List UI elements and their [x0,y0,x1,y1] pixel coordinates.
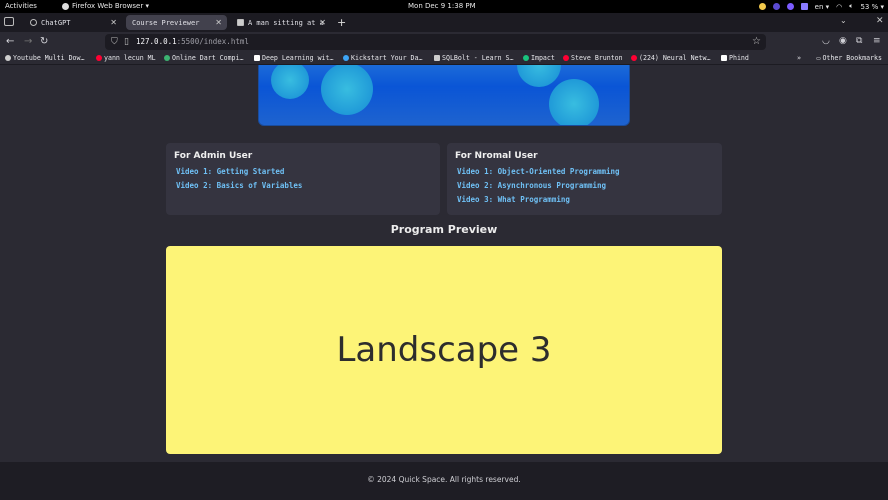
bookmarks-bar: Youtube Multi Dow… yann lecun ML Online … [0,52,888,65]
program-preview-heading: Program Preview [390,223,498,236]
extensions-icon[interactable]: ⧉ [856,36,862,46]
firefox-icon [62,2,69,10]
close-icon[interactable]: ✕ [319,18,326,27]
page-content: For Admin User Video 1: Getting Started … [0,65,888,500]
video-link[interactable]: Video 2: Asynchronous Programming [457,181,606,190]
chatgpt-icon [30,19,37,26]
app-menu[interactable]: Firefox Web Browser ▾ [62,2,149,10]
kickstart-icon [343,55,349,61]
tab-title: ChatGPT [41,18,71,27]
activities-button[interactable]: Activities [5,2,37,10]
tab-chatgpt[interactable]: ChatGPT ✕ [24,15,122,30]
bookmark-label: Impact [531,54,555,62]
url-path: :5500/index.html [176,37,249,46]
bookmark-label: SQLBolt - Learn S… [442,54,514,62]
app-indicator-icon [800,3,808,10]
menu-icon[interactable]: ≡ [873,36,881,46]
admin-user-card: For Admin User Video 1: Getting Started … [166,143,440,215]
bookmark-label: Online Dart Compi… [172,54,244,62]
sqlbolt-icon [434,55,440,61]
other-bookmarks-label: Other Bookmarks [822,54,882,62]
close-icon[interactable]: ✕ [215,18,222,27]
youtube-icon [563,55,569,61]
bookmark-item[interactable]: yann lecun ML [96,54,156,62]
app-indicator-icon [786,3,794,10]
youtube-icon [96,55,102,61]
program-preview-panel: Landscape 3 [166,246,722,454]
image-icon [237,19,244,26]
pocket-icon[interactable]: ◡ [822,36,830,46]
url-text[interactable]: 127.0.0.1:5500/index.html [136,37,249,46]
tab-strip: ChatGPT ✕ Course Previewer ✕ A man sitti… [0,13,888,32]
new-tab-button[interactable]: + [337,16,346,29]
other-bookmarks[interactable]: ▭ Other Bookmarks [816,54,882,62]
tab-man-sitting[interactable]: A man sitting at a ✕ [231,15,331,30]
app-menu-label: Firefox Web Browser ▾ [72,2,149,10]
bookmark-label: Steve Brunton [571,54,623,62]
close-window-icon[interactable]: ✕ [876,16,884,26]
deep-learning-icon [254,55,260,61]
video-link[interactable]: Video 1: Getting Started [176,167,284,176]
admin-card-title: For Admin User [174,151,253,161]
bookmark-item[interactable]: SQLBolt - Learn S… [434,54,513,62]
bookmark-label: Kickstart Your Da… [351,54,423,62]
bookmark-item[interactable]: Online Dart Compi… [164,54,243,62]
normal-card-title: For Nromal User [455,151,538,161]
system-top-bar: Activities Firefox Web Browser ▾ Mon Dec… [0,0,888,13]
bookmark-item[interactable]: Kickstart Your Da… [343,54,422,62]
bookmark-label: (224) Neural Netw… [639,54,711,62]
dart-icon [164,55,170,61]
tab-list-icon[interactable] [4,17,14,26]
bookmark-item[interactable]: Impact [523,54,555,62]
video-link[interactable]: Video 3: What Programming [457,195,570,204]
close-icon[interactable]: ✕ [110,18,117,27]
chevron-down-icon[interactable]: ⌄ [840,16,847,25]
language-indicator[interactable]: en ▾ [815,3,829,11]
account-icon[interactable]: ◉ [839,36,847,46]
bookmark-item[interactable]: Youtube Multi Dow… [5,54,84,62]
bookmark-label: Deep Learning wit… [262,54,334,62]
tab-course-previewer[interactable]: Course Previewer ✕ [126,15,227,30]
tab-title: A man sitting at a [248,18,324,27]
impact-icon [523,55,529,61]
tab-title: Course Previewer [132,18,200,27]
footer-text: © 2024 Quick Space. All rights reserved. [367,475,521,484]
bookmark-label: yann lecun ML [104,54,156,62]
forward-arrow-icon[interactable]: → [24,36,32,47]
folder-icon: ▭ [816,54,821,62]
reload-icon[interactable]: ↻ [40,36,48,47]
bookmarks-overflow-icon[interactable]: » [797,54,801,62]
battery-indicator[interactable]: 53 % ▾ [860,3,884,11]
bookmark-item[interactable]: Steve Brunton [563,54,623,62]
back-arrow-icon[interactable]: ← [6,36,14,47]
app-indicator-icon [772,3,780,10]
phind-icon [721,55,727,61]
volume-icon: 🔈︎ [849,2,854,10]
url-bar[interactable]: ⛉ ▯ 127.0.0.1:5500/index.html ☆ [105,34,766,50]
navigation-bar: ← → ↻ ⛉ ▯ 127.0.0.1:5500/index.html ☆ ◡ … [0,32,888,52]
shield-icon[interactable]: ⛉ [111,37,118,47]
system-tray[interactable]: en ▾ ◠ 🔈︎ 53 % ▾ [758,2,884,11]
bookmark-item[interactable]: Deep Learning wit… [254,54,333,62]
wifi-icon: ◠ [836,2,843,11]
bookmark-label: Phind [729,54,749,62]
globe-icon [5,55,11,61]
footer: © 2024 Quick Space. All rights reserved. [0,462,888,500]
bookmark-label: Youtube Multi Dow… [13,54,85,62]
video-link[interactable]: Video 2: Basics of Variables [176,181,302,190]
hero-image [258,65,630,126]
normal-user-card: For Nromal User Video 1: Object-Oriented… [447,143,722,215]
bookmark-star-icon[interactable]: ☆ [752,36,761,47]
url-host: 127.0.0.1 [136,37,177,46]
page-icon[interactable]: ▯ [124,37,129,47]
notification-icon [758,3,766,10]
bookmark-item[interactable]: (224) Neural Netw… [631,54,710,62]
bookmark-item[interactable]: Phind [721,54,749,62]
youtube-icon [631,55,637,61]
clock[interactable]: Mon Dec 9 1:38 PM [408,2,476,10]
video-link[interactable]: Video 1: Object-Oriented Programming [457,167,620,176]
preview-text: Landscape 3 [336,330,552,370]
